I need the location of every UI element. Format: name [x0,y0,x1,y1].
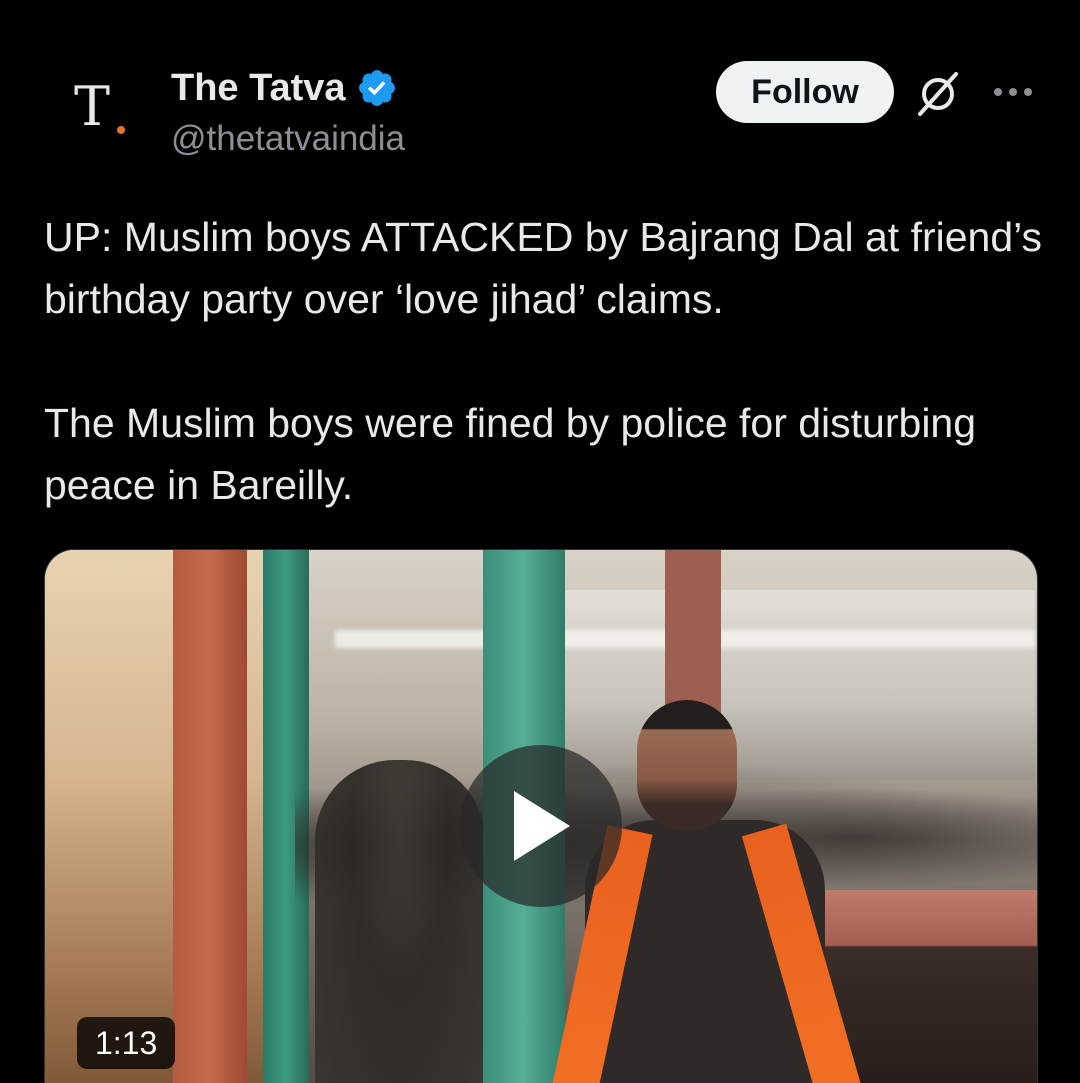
thumbnail-pillar [173,550,247,1083]
thumbnail-main-person [547,700,867,1083]
grok-icon[interactable] [912,70,964,118]
thumbnail-person-head [637,700,737,830]
tweet-card: T The Tatva @thetatvaindia Follow UP: Mu… [0,0,1080,1083]
play-button[interactable] [460,745,622,907]
author-name-row: The Tatva [171,66,398,110]
video-player[interactable]: 1:13 [44,549,1038,1083]
author-display-name[interactable]: The Tatva [171,66,346,110]
thumbnail-pillar [665,550,721,720]
video-duration-badge: 1:13 [77,1017,176,1069]
tweet-text: UP: Muslim boys ATTACKED by Bajrang Dal … [44,206,1044,516]
tweet-paragraph: UP: Muslim boys ATTACKED by Bajrang Dal … [44,214,1043,322]
author-handle[interactable]: @thetatvaindia [171,118,405,160]
follow-button[interactable]: Follow [716,61,894,123]
more-options-icon[interactable] [992,82,1034,102]
play-icon [514,791,570,861]
tweet-paragraph: The Muslim boys were fined by police for… [44,400,977,508]
avatar[interactable]: T [44,62,148,166]
verified-badge-icon[interactable] [356,67,398,109]
avatar-logo-dot [117,126,125,134]
thumbnail-person [315,760,485,1083]
avatar-logo-letter: T [74,75,111,138]
